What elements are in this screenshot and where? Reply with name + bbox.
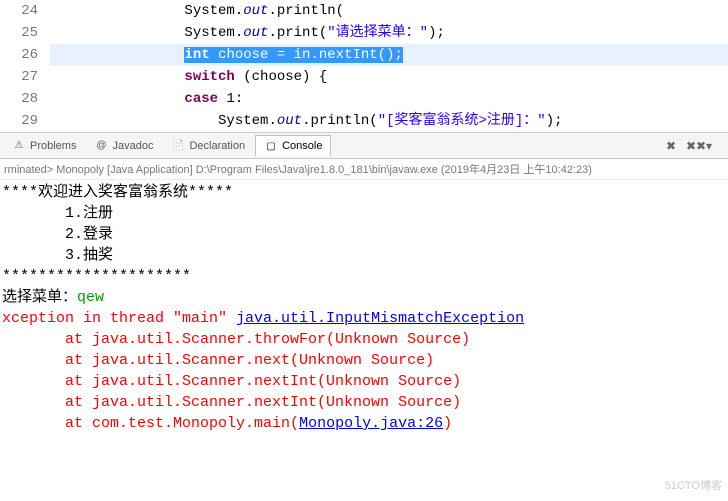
console-line: 1.注册 (0, 203, 728, 224)
console-icon: ▢ (264, 139, 278, 153)
code-content[interactable]: case 1: (50, 88, 728, 110)
view-tab-label: Declaration (189, 140, 245, 152)
console-line: 选择菜单：qew (0, 287, 728, 308)
pin-icon[interactable]: ▾ (706, 139, 720, 153)
code-content[interactable]: System.out.println("[奖客富翁系统>注册]："); (50, 110, 728, 132)
problems-icon: ⚠ (12, 139, 26, 153)
views-tabbar: ⚠ Problems @ Javadoc 📄 Declaration ▢ Console ✖ … (0, 133, 728, 159)
code-line[interactable]: 29 System.out.println("[奖客富翁系统>注册]："); (0, 110, 728, 132)
console-toolbar: ✖ ✖✖ ▾ (666, 139, 728, 153)
console-line: ****欢迎进入奖客富翁系统***** (0, 182, 728, 203)
code-content[interactable]: System.out.print("请选择菜单："); (50, 22, 728, 44)
code-line[interactable]: 25 System.out.print("请选择菜单："); (0, 22, 728, 44)
remove-launch-icon[interactable]: ✖ (666, 139, 680, 153)
stacktrace-link[interactable]: java.util.InputMismatchException (236, 310, 524, 327)
code-content[interactable]: System.out.println( (50, 0, 728, 22)
view-tab-javadoc[interactable]: @ Javadoc (86, 136, 161, 156)
line-number: 25 (0, 22, 50, 44)
remove-all-icon[interactable]: ✖✖ (686, 139, 700, 153)
console-line: at java.util.Scanner.throwFor(Unknown So… (0, 329, 728, 350)
console-line: at com.test.Monopoly.main(Monopoly.java:… (0, 413, 728, 434)
console-line: at java.util.Scanner.nextInt(Unknown Sou… (0, 371, 728, 392)
code-content[interactable]: switch (choose) { (50, 66, 728, 88)
line-number: 26 (0, 44, 50, 66)
line-number: 27 (0, 66, 50, 88)
console-output[interactable]: ****欢迎进入奖客富翁系统***** 1.注册 2.登录 3.抽奖******… (0, 180, 728, 501)
javadoc-icon: @ (94, 139, 108, 153)
line-number: 28 (0, 88, 50, 110)
console-line: ********************* (0, 266, 728, 287)
code-line[interactable]: 28 case 1: (0, 88, 728, 110)
view-tab-label: Javadoc (112, 140, 153, 152)
line-number: 29 (0, 110, 50, 132)
console-line: at java.util.Scanner.next(Unknown Source… (0, 350, 728, 371)
code-line[interactable]: 26 int choose = in.nextInt(); (0, 44, 728, 66)
console-process-label: rminated> Monopoly [Java Application] D:… (0, 159, 728, 180)
console-line: 3.抽奖 (0, 245, 728, 266)
code-editor[interactable]: 24 System.out.println(25 System.out.prin… (0, 0, 728, 133)
view-tab-console[interactable]: ▢ Console (255, 135, 331, 156)
line-number: 24 (0, 0, 50, 22)
view-tab-label: Console (282, 140, 322, 152)
declaration-icon: 📄 (171, 139, 185, 153)
code-content[interactable]: int choose = in.nextInt(); (50, 44, 728, 66)
console-line: 2.登录 (0, 224, 728, 245)
console-line: at java.util.Scanner.nextInt(Unknown Sou… (0, 392, 728, 413)
selection: int choose = in.nextInt(); (184, 47, 402, 63)
watermark: 51CTO博客 (665, 476, 722, 497)
view-tab-problems[interactable]: ⚠ Problems (4, 136, 84, 156)
console-line: xception in thread "main" java.util.Inpu… (0, 308, 728, 329)
stacktrace-link[interactable]: Monopoly.java:26 (299, 415, 443, 432)
view-tab-declaration[interactable]: 📄 Declaration (163, 136, 253, 156)
code-line[interactable]: 27 switch (choose) { (0, 66, 728, 88)
code-line[interactable]: 24 System.out.println( (0, 0, 728, 22)
view-tab-label: Problems (30, 140, 76, 152)
